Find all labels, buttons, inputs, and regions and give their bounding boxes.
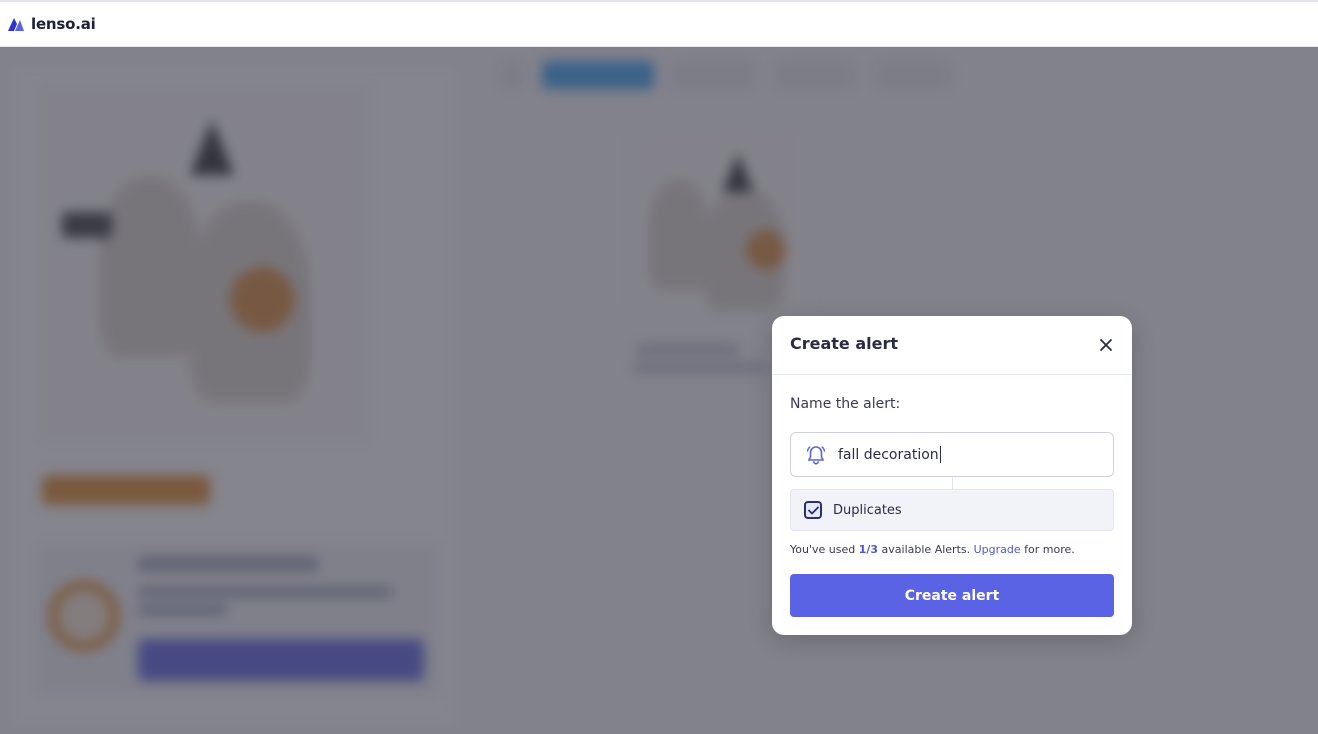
create-alert-dialog: Create alert Name the alert: fall decora… — [772, 316, 1132, 635]
usage-count: 1/3 — [858, 543, 879, 556]
close-icon[interactable] — [1098, 337, 1114, 353]
bell-icon — [806, 445, 826, 465]
dialog-header: Create alert — [772, 316, 1132, 375]
duplicates-label: Duplicates — [833, 502, 902, 518]
usage-prefix: You've used — [790, 543, 856, 556]
divider — [952, 477, 953, 489]
upgrade-link[interactable]: Upgrade — [974, 543, 1021, 556]
usage-middle: available Alerts. — [881, 543, 971, 556]
create-alert-button[interactable]: Create alert — [790, 574, 1114, 617]
duplicates-checkbox[interactable] — [804, 501, 822, 519]
alert-name-label: Name the alert: — [790, 396, 901, 412]
logo-text: lenso.ai — [31, 15, 96, 33]
text-caret — [939, 446, 941, 463]
usage-text: You've used 1/3 available Alerts. Upgrad… — [790, 543, 1075, 556]
dialog-title: Create alert — [790, 334, 899, 353]
logo[interactable]: lenso.ai — [7, 15, 96, 33]
lenso-logo-icon — [8, 18, 24, 31]
usage-suffix: for more. — [1024, 543, 1075, 556]
alert-name-input[interactable]: fall decoration — [790, 432, 1114, 477]
checkmark-icon — [807, 506, 819, 514]
alert-name-value: fall decoration — [838, 446, 939, 463]
duplicates-option[interactable]: Duplicates — [790, 489, 1114, 531]
top-bar: lenso.ai — [0, 0, 1318, 47]
